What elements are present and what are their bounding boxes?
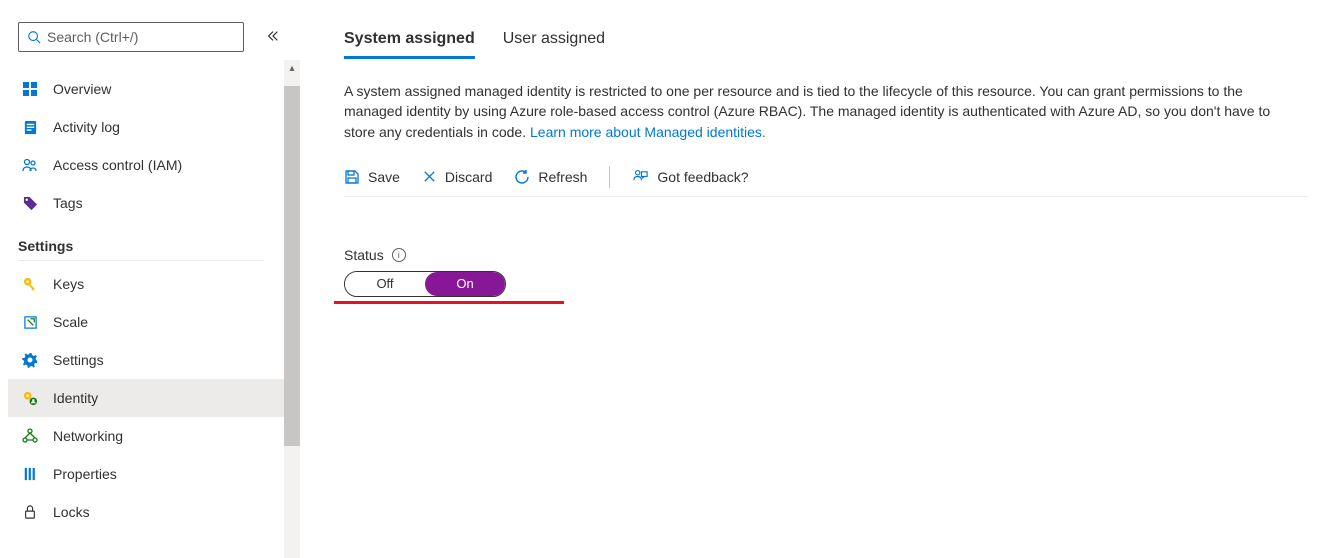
discard-label: Discard: [445, 169, 492, 185]
search-row: [18, 22, 284, 52]
sidebar-item-overview[interactable]: Overview: [8, 70, 294, 108]
search-input[interactable]: [47, 29, 235, 45]
command-separator: [609, 166, 610, 188]
search-box[interactable]: [18, 22, 244, 52]
sidebar-item-locks[interactable]: Locks: [8, 493, 294, 531]
status-label-row: Status i: [344, 247, 1308, 263]
tags-icon: [21, 196, 39, 211]
chevron-double-left-icon: [266, 29, 280, 43]
access-control-icon: [21, 157, 39, 173]
sidebar-item-label: Overview: [53, 81, 111, 97]
status-toggle-on[interactable]: On: [425, 272, 505, 296]
scroll-up-arrow-icon[interactable]: ▴: [284, 60, 300, 76]
save-icon: [344, 169, 360, 185]
sidebar-item-tags[interactable]: Tags: [8, 184, 294, 222]
discard-icon: [422, 169, 437, 184]
scrollbar-thumb[interactable]: [284, 86, 300, 446]
scale-icon: [21, 315, 39, 330]
settings-heading: Settings: [18, 228, 264, 261]
feedback-icon: [632, 168, 649, 185]
main-content: System assigned User assigned A system a…: [300, 0, 1332, 558]
sidebar-item-label: Locks: [53, 504, 90, 520]
tab-user-assigned[interactable]: User assigned: [503, 30, 605, 59]
status-info-icon[interactable]: i: [392, 248, 406, 262]
identity-icon: [21, 391, 39, 406]
tab-system-assigned[interactable]: System assigned: [344, 30, 475, 59]
sidebar-scrollbar[interactable]: ▴: [284, 60, 300, 558]
description-text: A system assigned managed identity is re…: [344, 81, 1294, 142]
sidebar-item-label: Identity: [53, 390, 98, 406]
status-toggle-wrap: Off On: [344, 271, 1308, 304]
description-body: A system assigned managed identity is re…: [344, 83, 1270, 140]
refresh-label: Refresh: [538, 169, 587, 185]
sidebar-item-settings[interactable]: Settings: [8, 341, 294, 379]
discard-button[interactable]: Discard: [422, 169, 492, 185]
nav-primary-group: Overview Activity log Access control (IA…: [18, 70, 284, 222]
sidebar-item-label: Access control (IAM): [53, 157, 182, 173]
sidebar-item-label: Tags: [53, 195, 83, 211]
annotation-highlight: [334, 301, 564, 304]
sidebar-item-networking[interactable]: Networking: [8, 417, 294, 455]
sidebar-item-activity-log[interactable]: Activity log: [8, 108, 294, 146]
sidebar: Overview Activity log Access control (IA…: [0, 0, 300, 558]
status-label: Status: [344, 247, 384, 263]
status-toggle[interactable]: Off On: [344, 271, 506, 297]
activity-log-icon: [21, 120, 39, 135]
keys-icon: [21, 277, 39, 292]
nav-settings-group: Settings Keys Scale Settings Identity: [18, 228, 284, 531]
feedback-label: Got feedback?: [657, 169, 748, 185]
sidebar-item-access-control[interactable]: Access control (IAM): [8, 146, 294, 184]
sidebar-item-label: Properties: [53, 466, 117, 482]
save-button[interactable]: Save: [344, 169, 400, 185]
search-icon: [27, 30, 41, 44]
locks-icon: [21, 505, 39, 519]
collapse-sidebar-button[interactable]: [262, 25, 284, 50]
save-label: Save: [368, 169, 400, 185]
overview-icon: [21, 81, 39, 97]
tab-bar: System assigned User assigned: [344, 30, 1308, 59]
refresh-icon: [514, 169, 530, 185]
learn-more-link[interactable]: Learn more about Managed identities.: [530, 124, 766, 140]
sidebar-item-keys[interactable]: Keys: [8, 265, 294, 303]
refresh-button[interactable]: Refresh: [514, 169, 587, 185]
feedback-button[interactable]: Got feedback?: [632, 168, 748, 185]
properties-icon: [21, 467, 39, 481]
sidebar-item-label: Keys: [53, 276, 84, 292]
sidebar-item-properties[interactable]: Properties: [8, 455, 294, 493]
sidebar-item-label: Scale: [53, 314, 88, 330]
status-toggle-off[interactable]: Off: [345, 272, 425, 296]
sidebar-item-label: Settings: [53, 352, 104, 368]
sidebar-item-label: Networking: [53, 428, 123, 444]
sidebar-item-identity[interactable]: Identity: [8, 379, 294, 417]
networking-icon: [21, 428, 39, 444]
command-bar: Save Discard Refresh Got feedback?: [344, 158, 1308, 197]
sidebar-item-label: Activity log: [53, 119, 120, 135]
settings-icon: [21, 352, 39, 368]
sidebar-item-scale[interactable]: Scale: [8, 303, 294, 341]
